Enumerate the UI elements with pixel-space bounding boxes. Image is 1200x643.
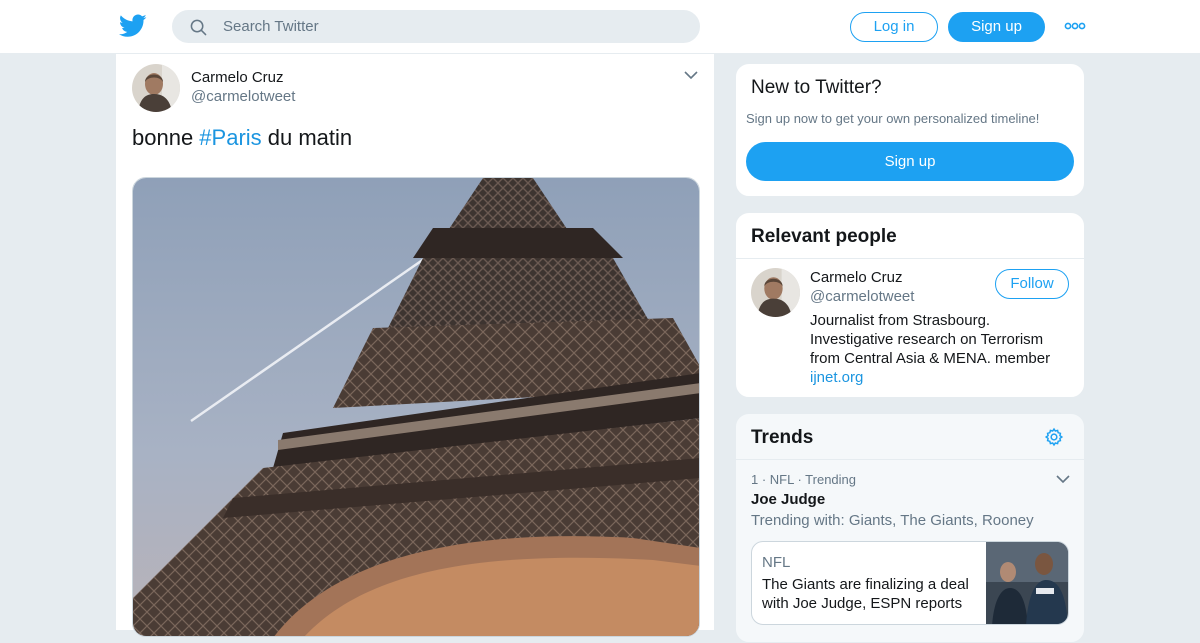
signup-cta-button[interactable]: Sign up	[746, 142, 1074, 181]
avatar-photo-icon	[132, 64, 180, 112]
search-input[interactable]	[223, 11, 683, 42]
twitter-bird-icon[interactable]	[119, 14, 147, 38]
tweet-photo[interactable]	[132, 177, 700, 637]
bio-link[interactable]: ijnet.org	[810, 368, 1075, 387]
tweet-text-end: du matin	[261, 125, 353, 150]
avatar-photo-icon	[751, 268, 800, 317]
top-navigation-bar: Log in Sign up	[0, 0, 1200, 54]
trend-related: Trending with: Giants, The Giants, Roone…	[751, 512, 1034, 529]
search-icon	[190, 19, 207, 36]
trends-title: Trends	[736, 414, 1084, 460]
hashtag-link[interactable]: #Paris	[199, 125, 261, 150]
login-button[interactable]: Log in	[850, 12, 938, 42]
trend-news-card[interactable]: NFL The Giants are finalizing a deal wit…	[751, 541, 1069, 625]
tweet-author-handle[interactable]: @carmelotweet	[191, 88, 295, 105]
tweet-author-name[interactable]: Carmelo Cruz	[191, 69, 284, 86]
new-to-twitter-card: New to Twitter? Sign up now to get your …	[735, 63, 1085, 197]
person-bio-text: Journalist from Strasbourg. Investigativ…	[810, 312, 1051, 367]
news-source: NFL	[762, 554, 791, 571]
tweet-card: Carmelo Cruz @carmelotweet bonne #Paris …	[115, 54, 715, 637]
follow-button[interactable]: Follow	[995, 269, 1069, 299]
trend-meta: 1 · NFL · Trending	[751, 472, 857, 487]
trend-name[interactable]: Joe Judge	[751, 491, 825, 508]
news-headline: The Giants are finalizing a deal with Jo…	[762, 576, 969, 612]
person-bio: Journalist from Strasbourg. Investigativ…	[810, 311, 1075, 387]
relevant-people-card: Relevant people Carmelo Cruz @carmelotwe…	[735, 212, 1085, 398]
tweet-text-start: bonne	[132, 125, 200, 150]
relevant-people-title: Relevant people	[736, 213, 1084, 259]
chevron-down-icon[interactable]	[684, 70, 698, 80]
person-handle[interactable]: @carmelotweet	[810, 288, 914, 305]
gear-icon[interactable]	[1044, 427, 1064, 447]
search-box[interactable]	[172, 10, 700, 43]
new-to-twitter-title: New to Twitter?	[751, 77, 882, 98]
more-options-icon[interactable]	[1064, 20, 1086, 32]
new-to-twitter-subtitle: Sign up now to get your own personalized…	[746, 111, 1040, 126]
trends-card: Trends 1 · NFL · Trending Joe Judge Tren…	[735, 413, 1085, 643]
tweet-text: bonne #Paris du matin	[132, 124, 352, 152]
chevron-down-icon[interactable]	[1056, 474, 1070, 484]
avatar[interactable]	[751, 268, 800, 317]
eiffel-tower-photo-icon	[133, 178, 699, 636]
avatar[interactable]	[132, 64, 180, 112]
person-name[interactable]: Carmelo Cruz	[810, 269, 903, 286]
news-thumbnail-icon	[986, 542, 1068, 624]
signup-button[interactable]: Sign up	[948, 12, 1045, 42]
